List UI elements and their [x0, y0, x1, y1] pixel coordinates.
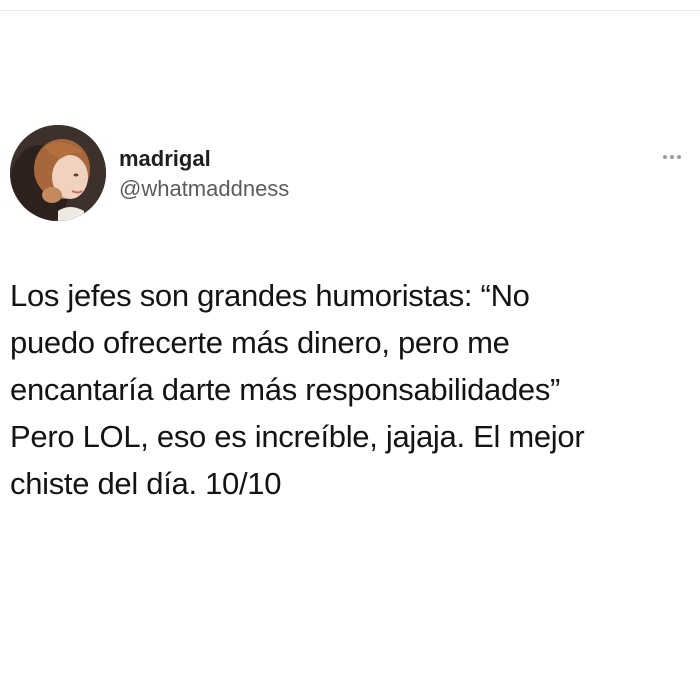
author-handle[interactable]: @whatmaddness [119, 175, 289, 203]
author-display-name[interactable]: madrigal [119, 145, 289, 173]
tweet-text: Los jefes son grandes humoristas: “No pu… [10, 278, 585, 501]
ellipsis-icon [677, 155, 681, 159]
profile-photo-icon [10, 125, 106, 221]
author-meta: madrigal @whatmaddness [119, 145, 289, 203]
ellipsis-icon [670, 155, 674, 159]
ellipsis-icon [663, 155, 667, 159]
author-avatar[interactable] [10, 125, 106, 221]
more-options-button[interactable] [657, 150, 687, 164]
top-divider [0, 10, 700, 11]
